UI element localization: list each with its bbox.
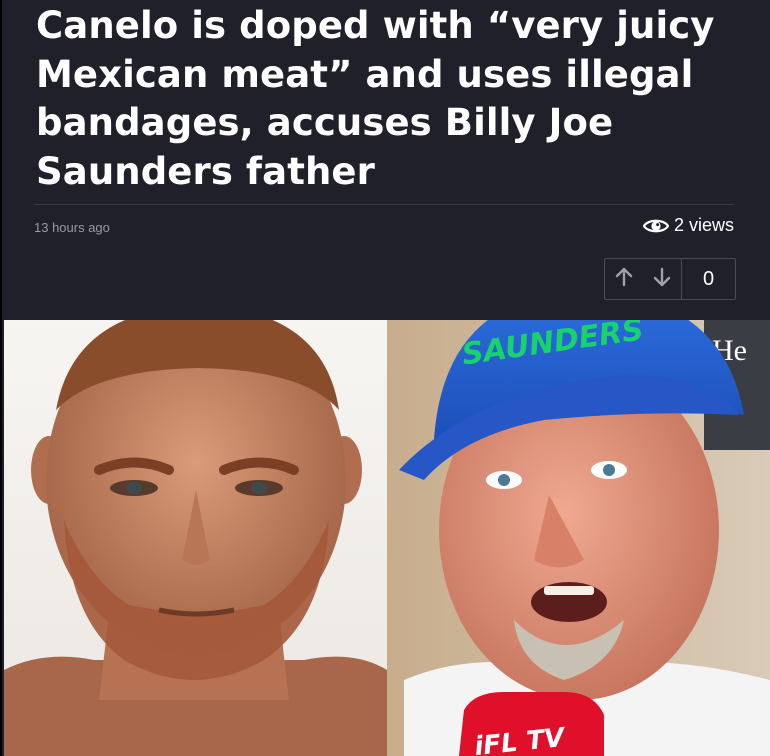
divider — [34, 204, 734, 205]
views-counter: 2 views — [642, 215, 734, 236]
article-card: Canelo is doped with “very juicy Mexican… — [2, 0, 770, 756]
eye-icon — [642, 217, 669, 235]
post-time: 13 hours ago — [34, 220, 110, 235]
downvote-button[interactable] — [643, 259, 681, 299]
upvote-button[interactable] — [605, 259, 643, 299]
left-photo — [4, 320, 387, 756]
vote-count: 0 — [681, 259, 735, 299]
arrow-up-icon — [615, 267, 633, 291]
article-image[interactable]: He SAUNDERS iFL TV — [4, 320, 770, 756]
article-title[interactable]: Canelo is doped with “very juicy Mexican… — [36, 2, 746, 196]
views-label: 2 views — [673, 215, 734, 235]
arrow-down-icon — [653, 267, 671, 291]
right-photo: He SAUNDERS iFL TV — [387, 320, 770, 756]
vote-widget: 0 — [604, 258, 736, 300]
